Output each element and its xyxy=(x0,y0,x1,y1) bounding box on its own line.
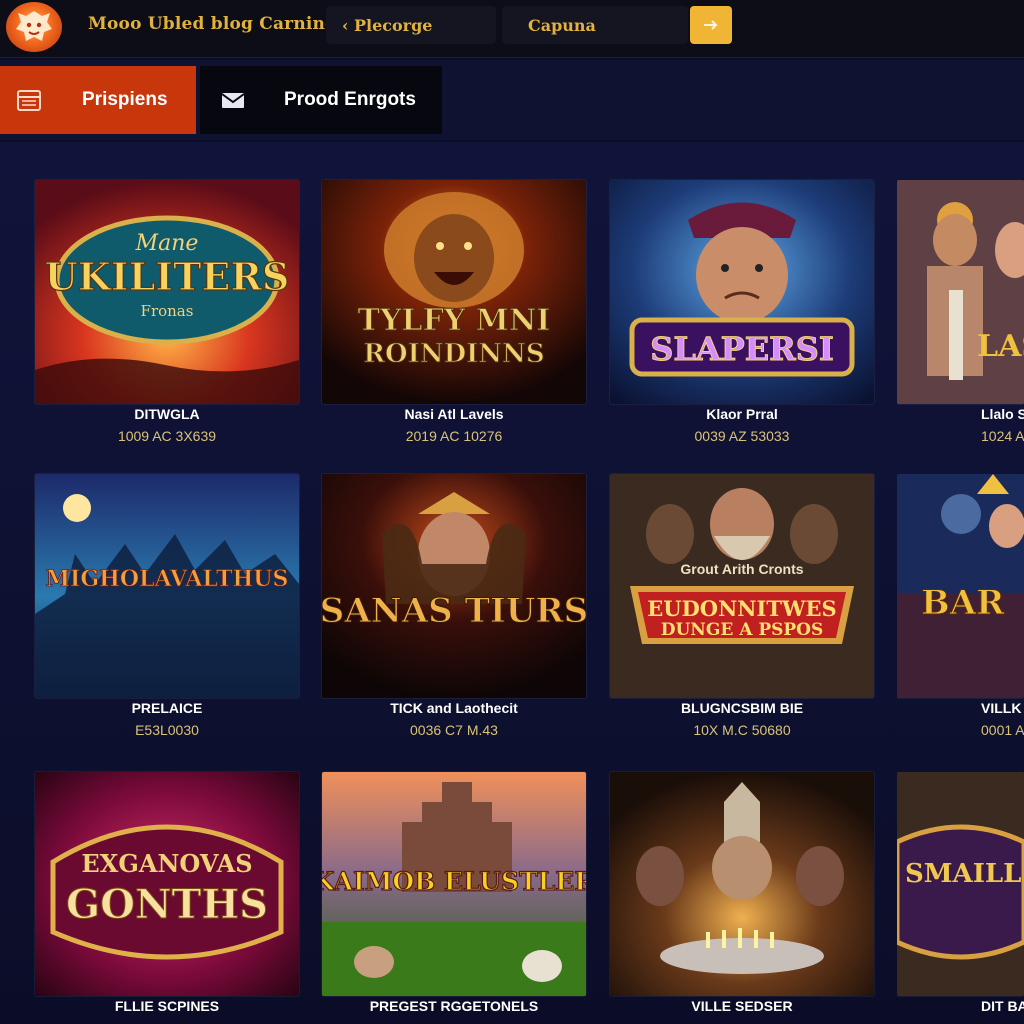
game-thumbnail[interactable]: KAIMOB ELUSTLER xyxy=(322,772,586,996)
game-thumbnail[interactable]: Mane UKILITERS Fronas xyxy=(35,180,299,404)
game-meta: 2019 AC 10276 xyxy=(405,428,503,444)
game-meta: 1024 A xyxy=(981,428,1024,444)
tab-prood-enrgots[interactable]: Prood Enrgots xyxy=(200,66,442,134)
art-title-text: BAR xyxy=(921,583,1005,623)
art-title-text: LASI xyxy=(977,329,1024,364)
game-card[interactable]: TYLFY MNI ROINDINNS Nasi Atl Lavels 2019… xyxy=(322,180,588,470)
game-thumbnail[interactable]: SMAILL STUR xyxy=(897,772,1024,996)
lion-logo-icon[interactable] xyxy=(6,2,62,52)
game-meta: 0036 C7 M.43 xyxy=(410,722,498,738)
arrow-icon xyxy=(704,20,718,30)
game-card[interactable]: SANAS TIURS TICK and Laothecit 0036 C7 M… xyxy=(322,474,588,764)
game-card[interactable]: MIGHOLAVALTHUS PRELAICE E53L0030 xyxy=(35,474,301,764)
game-title[interactable]: Nasi Atl Lavels xyxy=(322,406,586,422)
site-brand[interactable]: Mooo Ubled blog Carning xyxy=(88,14,337,34)
game-card[interactable]: SMAILL STUR DIT BAI xyxy=(897,772,1024,1024)
calendar-icon xyxy=(17,90,41,111)
tab-label: Prispiens xyxy=(82,89,168,110)
game-title[interactable]: DITWGLA xyxy=(35,406,299,422)
top-bar: Mooo Ubled blog Carning ‹ Plecorge Capun… xyxy=(0,0,1024,58)
search-input[interactable]: Capuna xyxy=(502,6,688,44)
art-title-text: EUDONNITWES xyxy=(647,596,836,621)
game-thumbnail[interactable] xyxy=(610,772,874,996)
game-thumbnail[interactable]: SANAS TIURS xyxy=(322,474,586,698)
game-thumbnail[interactable]: EXGANOVAS GONTHS xyxy=(35,772,299,996)
game-thumbnail[interactable]: TYLFY MNI ROINDINNS xyxy=(322,180,586,404)
game-thumbnail[interactable]: SLAPERSI xyxy=(610,180,874,404)
game-meta: 10X M.C 50680 xyxy=(693,722,791,738)
art-sub-text: ROINDINNS xyxy=(363,339,544,369)
game-meta: 1009 AC 3X639 xyxy=(117,428,217,444)
game-card[interactable]: EXGANOVAS GONTHS FLLIE SCPINES xyxy=(35,772,301,1024)
art-top-text: EXGANOVAS xyxy=(81,849,252,878)
art-title-text: UKILITERS xyxy=(45,254,290,299)
game-meta: 0001 A xyxy=(981,722,1024,738)
game-title[interactable]: BLUGNCSBIM BIE xyxy=(610,700,874,716)
art-top-text: Mane xyxy=(135,231,199,256)
game-title[interactable]: Klaor Prral xyxy=(610,406,874,422)
game-card[interactable]: Mane UKILITERS Fronas DITWGLA 1009 AC 3X… xyxy=(35,180,301,470)
game-title[interactable]: TICK and Laothecit xyxy=(322,700,586,716)
game-card[interactable]: VILLE SEDSER xyxy=(610,772,876,1024)
art-top-text: Grout Arith Cronts xyxy=(680,561,803,577)
art-sub-text: Fronas xyxy=(141,302,194,320)
search-button[interactable] xyxy=(690,6,732,44)
mail-icon xyxy=(221,93,245,108)
art-title-text: SANAS TIURS xyxy=(322,591,586,631)
game-thumbnail[interactable]: MIGHOLAVALTHUS xyxy=(35,474,299,698)
game-title[interactable]: PRELAICE xyxy=(35,700,299,716)
game-title[interactable]: DIT BAI xyxy=(897,998,1024,1014)
art-title-text: SLAPERSI xyxy=(650,330,834,368)
game-card[interactable]: Grout Arith Cronts EUDONNITWES DUNGE A P… xyxy=(610,474,876,764)
game-card[interactable]: KAIMOB ELUSTLER PREGEST RGGETONELS xyxy=(322,772,588,1024)
game-thumbnail[interactable]: Grout Arith Cronts EUDONNITWES DUNGE A P… xyxy=(610,474,874,698)
game-title[interactable]: VILLK PHO xyxy=(897,700,1024,716)
tab-label: Prood Enrgots xyxy=(284,89,416,110)
game-title[interactable]: VILLE SEDSER xyxy=(610,998,874,1014)
game-thumbnail[interactable]: LASI xyxy=(897,180,1024,404)
game-card[interactable]: BAR VILLK PHO 0001 A xyxy=(897,474,1024,764)
art-title-text: GONTHS xyxy=(66,881,268,928)
game-title[interactable]: Llalo S xyxy=(897,406,1024,422)
game-card[interactable]: LASI Llalo S 1024 A xyxy=(897,180,1024,470)
back-link[interactable]: ‹ Plecorge xyxy=(326,6,496,44)
art-title-text: KAIMOB ELUSTLER xyxy=(322,867,586,896)
art-sub-text: DUNGE A PSPOS xyxy=(661,620,824,640)
art-title-text: SMAILL STUR xyxy=(905,859,1024,889)
art-title-text: MIGHOLAVALTHUS xyxy=(46,566,289,592)
game-meta: 0039 AZ 53033 xyxy=(694,428,790,444)
game-title[interactable]: PREGEST RGGETONELS xyxy=(322,998,586,1014)
art-title-text: TYLFY MNI xyxy=(358,303,551,338)
tab-prispiens[interactable]: Prispiens xyxy=(0,66,196,134)
game-meta: E53L0030 xyxy=(135,722,199,738)
game-thumbnail[interactable]: BAR xyxy=(897,474,1024,698)
game-title[interactable]: FLLIE SCPINES xyxy=(35,998,299,1014)
game-card[interactable]: SLAPERSI Klaor Prral 0039 AZ 53033 xyxy=(610,180,876,470)
